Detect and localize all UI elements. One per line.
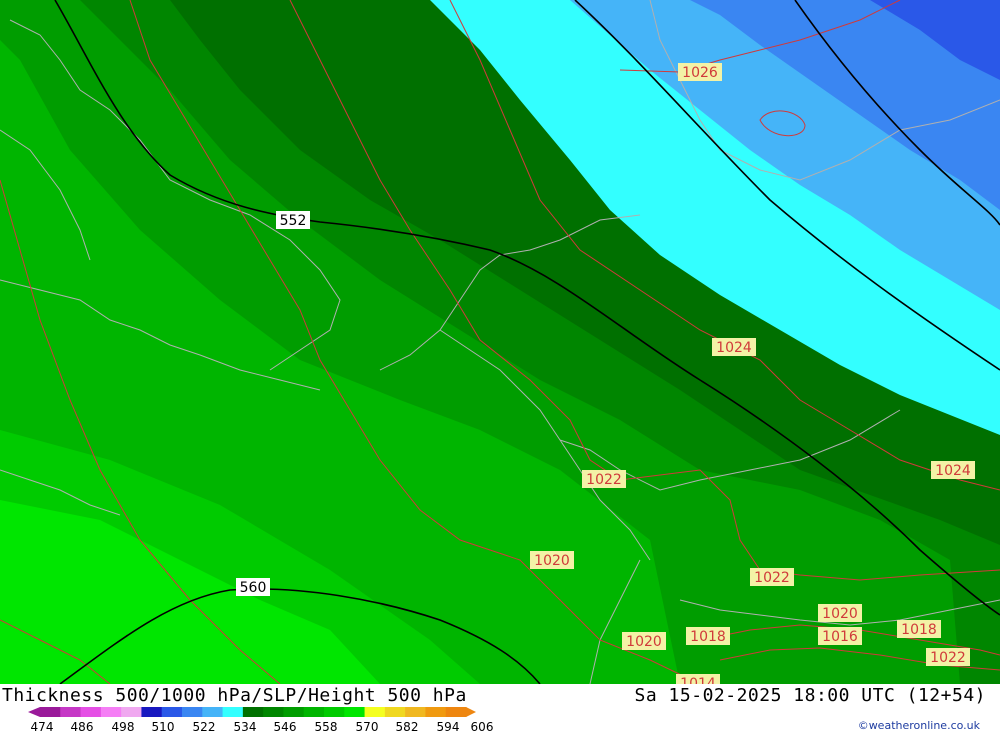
svg-text:1016: 1016 bbox=[822, 629, 858, 645]
colorbar-swatch bbox=[344, 707, 366, 717]
colorbar-tick: 570 bbox=[355, 720, 379, 734]
colorbar-swatch bbox=[263, 707, 284, 717]
colorbar-swatch bbox=[242, 707, 264, 717]
weather-map: 1026 1024 1024 1022 1022 1020 1020 1020 bbox=[0, 0, 1000, 684]
colorbar-tick: 534 bbox=[233, 720, 257, 734]
colorbar-swatch bbox=[425, 707, 447, 717]
svg-text:1018: 1018 bbox=[690, 629, 726, 645]
svg-text:560: 560 bbox=[240, 580, 267, 596]
colorbar-swatch bbox=[80, 707, 102, 717]
colorbar-tick: 474 bbox=[30, 720, 54, 734]
colorbar-swatch bbox=[384, 707, 406, 717]
colorbar-arrow-right bbox=[466, 707, 476, 717]
map-canvas: 1026 1024 1024 1022 1022 1020 1020 1020 bbox=[0, 0, 1000, 684]
slp-label: 1016 bbox=[818, 627, 862, 645]
slp-label: 1020 bbox=[530, 551, 574, 569]
colorbar-swatch bbox=[405, 707, 426, 717]
colorbar-swatch bbox=[60, 707, 82, 717]
colorbar-swatch bbox=[141, 707, 163, 717]
svg-text:1024: 1024 bbox=[935, 463, 971, 479]
colorbar-swatch bbox=[121, 707, 142, 717]
slp-label: 1014 bbox=[676, 674, 720, 684]
colorbar-tick: 546 bbox=[273, 720, 297, 734]
colorbar-swatch bbox=[283, 707, 305, 717]
slp-label: 1026 bbox=[678, 63, 722, 81]
colorbar-swatch bbox=[182, 707, 203, 717]
colorbar-tick: 558 bbox=[314, 720, 338, 734]
svg-text:1022: 1022 bbox=[586, 472, 622, 488]
slp-label: 1020 bbox=[622, 632, 666, 650]
colorbar-swatch bbox=[202, 707, 224, 717]
svg-text:1020: 1020 bbox=[822, 606, 858, 622]
svg-text:1018: 1018 bbox=[901, 622, 937, 638]
svg-text:1026: 1026 bbox=[682, 65, 718, 81]
slp-label: 1024 bbox=[931, 461, 975, 479]
colorbar-swatch bbox=[324, 707, 345, 717]
colorbar-tick: 510 bbox=[151, 720, 175, 734]
colorbar-tick: 594 bbox=[436, 720, 460, 734]
colorbar bbox=[28, 707, 476, 717]
colorbar-tick: 486 bbox=[70, 720, 94, 734]
height-label: 552 bbox=[276, 211, 310, 229]
svg-text:1022: 1022 bbox=[930, 650, 966, 666]
slp-label: 1018 bbox=[686, 627, 730, 645]
colorbar-tick: 522 bbox=[192, 720, 216, 734]
colorbar-ticks: 474 486 498 510 522 534 546 558 570 582 … bbox=[30, 720, 510, 734]
svg-text:1020: 1020 bbox=[534, 553, 570, 569]
colorbar-swatch bbox=[40, 707, 61, 717]
colorbar-arrow-left bbox=[28, 707, 40, 717]
svg-text:1022: 1022 bbox=[754, 570, 790, 586]
colorbar-swatch bbox=[445, 707, 467, 717]
colorbar-swatch bbox=[364, 707, 386, 717]
map-title: Thickness 500/1000 hPa/SLP/Height 500 hP… bbox=[2, 685, 467, 706]
colorbar-swatch bbox=[161, 707, 183, 717]
slp-label: 1020 bbox=[818, 604, 862, 622]
slp-label: 1022 bbox=[582, 470, 626, 488]
svg-text:1024: 1024 bbox=[716, 340, 752, 356]
colorbar-tick: 498 bbox=[111, 720, 135, 734]
colorbar-swatch bbox=[222, 707, 244, 717]
colorbar-tick: 582 bbox=[395, 720, 419, 734]
svg-text:1020: 1020 bbox=[626, 634, 662, 650]
height-label: 560 bbox=[236, 578, 270, 596]
slp-label: 1022 bbox=[750, 568, 794, 586]
colorbar-tick: 606 bbox=[470, 720, 494, 734]
colorbar-swatch bbox=[303, 707, 325, 717]
map-footer: Thickness 500/1000 hPa/SLP/Height 500 hP… bbox=[0, 684, 1000, 734]
slp-label: 1024 bbox=[712, 338, 756, 356]
slp-label: 1018 bbox=[897, 620, 941, 638]
credit-link[interactable]: ©weatheronline.co.uk bbox=[858, 719, 980, 732]
svg-text:1014: 1014 bbox=[680, 676, 716, 684]
svg-text:552: 552 bbox=[280, 213, 307, 229]
colorbar-swatch bbox=[100, 707, 122, 717]
valid-time: Sa 15-02-2025 18:00 UTC (12+54) bbox=[634, 685, 986, 706]
slp-label: 1022 bbox=[926, 648, 970, 666]
